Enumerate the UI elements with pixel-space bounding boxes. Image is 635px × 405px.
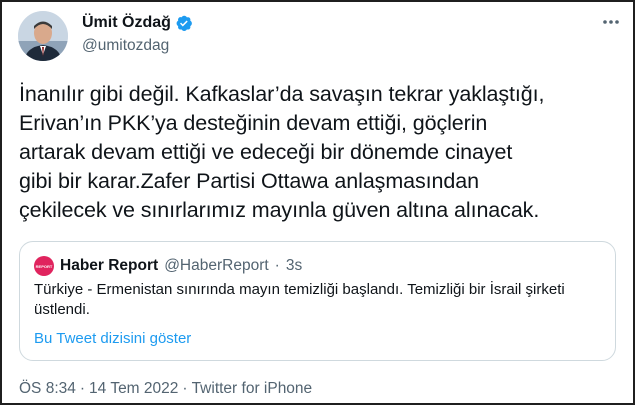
quoted-separator: ·	[274, 257, 280, 274]
quoted-author-handle[interactable]: @HaberReport	[164, 257, 268, 275]
footer-separator: ·	[79, 380, 86, 397]
author-name[interactable]: Ümit Özdağ	[82, 14, 171, 32]
more-options-icon[interactable]	[601, 12, 621, 37]
tweet-date[interactable]: 14 Tem 2022	[89, 380, 178, 398]
tweet-text: İnanılır gibi değil. Kafkaslar’da savaşı…	[19, 82, 545, 222]
tweet-time[interactable]: ÖS 8:34	[19, 380, 76, 398]
quoted-tweet[interactable]: REPORT Haber Report @HaberReport · 3s Tü…	[19, 241, 616, 361]
footer-separator: ·	[182, 380, 188, 397]
quoted-tweet-header: REPORT Haber Report @HaberReport · 3s	[34, 256, 302, 276]
quoted-account-logo-text: REPORT	[35, 263, 53, 269]
tweet-footer: ÖS 8:34 · 14 Tem 2022 · Twitter for iPho…	[19, 380, 312, 398]
tweet-client[interactable]: Twitter for iPhone	[192, 380, 313, 398]
quoted-account-logo[interactable]: REPORT	[34, 256, 54, 276]
author-name-row: Ümit Özdağ	[82, 14, 193, 32]
avatar[interactable]	[18, 11, 68, 61]
author-handle[interactable]: @umitozdag	[82, 37, 169, 55]
quoted-author-name[interactable]: Haber Report	[60, 257, 158, 275]
quoted-timestamp[interactable]: 3s	[286, 257, 302, 275]
avatar-photo	[18, 11, 68, 61]
tweet-card: Ümit Özdağ @umitozdag İnanılır gibi deği…	[0, 0, 635, 405]
verified-badge-icon	[175, 14, 193, 32]
quoted-tweet-text: Türkiye - Ermenistan sınırında mayın tem…	[34, 281, 565, 318]
show-thread-link[interactable]: Bu Tweet dizisini göster	[34, 330, 191, 347]
